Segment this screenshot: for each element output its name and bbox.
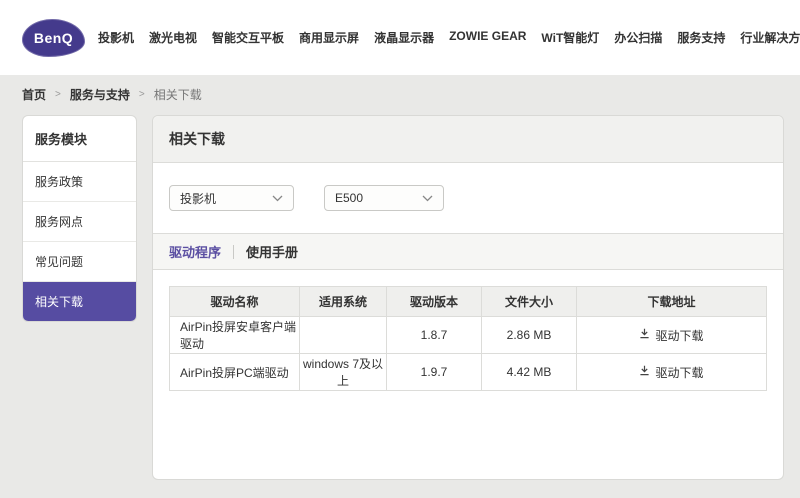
driver-name-cell: AirPin投屏PC端驱动 bbox=[169, 353, 300, 391]
tab-drivers[interactable]: 驱动程序 bbox=[169, 242, 221, 261]
page-title: 相关下载 bbox=[153, 116, 783, 163]
downloads-table: 驱动名称 适用系统 驱动版本 文件大小 下载地址 AirPin投屏安卓客户端驱动… bbox=[169, 286, 767, 391]
sidebar-item[interactable]: 服务政策 bbox=[23, 162, 136, 202]
nav-item[interactable]: 商用显示屏 bbox=[299, 29, 359, 46]
content-area: 服务模块 服务政策 服务网点 常见问题 相关下载 相关下载 投影机 E500 驱… bbox=[0, 115, 800, 480]
benq-logo[interactable]: BenQ bbox=[22, 18, 85, 57]
sidebar-title: 服务模块 bbox=[23, 116, 136, 162]
category-select-value: 投影机 bbox=[180, 191, 217, 206]
top-navbar: BenQ 投影机 激光电视 智能交互平板 商用显示屏 液晶显示器 ZOWIE G… bbox=[0, 0, 800, 75]
page-body: 首页 > 服务与支持 > 相关下载 服务模块 服务政策 服务网点 常见问题 相关… bbox=[0, 75, 800, 480]
download-link[interactable]: 驱动下载 bbox=[639, 364, 704, 381]
benq-logo-text: BenQ bbox=[33, 29, 74, 46]
category-select[interactable]: 投影机 bbox=[169, 185, 294, 211]
breadcrumb-separator: > bbox=[55, 89, 61, 100]
model-select[interactable]: E500 bbox=[324, 185, 444, 211]
size-cell: 4.42 MB bbox=[481, 353, 577, 391]
tab-bar: 驱动程序 使用手册 bbox=[153, 233, 783, 270]
download-icon bbox=[639, 365, 650, 379]
table-header-cell: 驱动版本 bbox=[386, 286, 482, 317]
system-cell bbox=[299, 316, 387, 354]
tab-manuals[interactable]: 使用手册 bbox=[246, 242, 298, 261]
main-panel: 相关下载 投影机 E500 驱动程序 使用手册 驱动名称 适用系统 驱动版本 文… bbox=[152, 115, 784, 480]
nav-item[interactable]: 智能交互平板 bbox=[212, 29, 284, 46]
table-header-cell: 文件大小 bbox=[481, 286, 577, 317]
table-header-cell: 驱动名称 bbox=[169, 286, 300, 317]
download-cell: 驱动下载 bbox=[576, 316, 767, 354]
size-cell: 2.86 MB bbox=[481, 316, 577, 354]
sidebar-item[interactable]: 服务网点 bbox=[23, 202, 136, 242]
nav-item[interactable]: 办公扫描 bbox=[614, 29, 662, 46]
table-row: AirPin投屏PC端驱动 windows 7及以上 1.9.7 4.42 MB bbox=[169, 353, 767, 391]
table-header-row: 驱动名称 适用系统 驱动版本 文件大小 下载地址 bbox=[169, 286, 767, 317]
main-nav: 投影机 激光电视 智能交互平板 商用显示屏 液晶显示器 ZOWIE GEAR W… bbox=[98, 29, 800, 46]
table-header-cell: 适用系统 bbox=[299, 286, 387, 317]
download-link[interactable]: 驱动下载 bbox=[639, 327, 704, 344]
sidebar-list: 服务政策 服务网点 常见问题 相关下载 bbox=[23, 162, 136, 321]
breadcrumb-current: 相关下载 bbox=[153, 88, 202, 102]
breadcrumb-home[interactable]: 首页 bbox=[22, 86, 46, 103]
breadcrumb-service-support[interactable]: 服务与支持 bbox=[70, 86, 130, 103]
sidebar: 服务模块 服务政策 服务网点 常见问题 相关下载 bbox=[22, 115, 137, 322]
model-select-value: E500 bbox=[335, 191, 364, 205]
download-label: 驱动下载 bbox=[655, 328, 704, 343]
table-header-cell: 下载地址 bbox=[576, 286, 767, 317]
nav-item[interactable]: 激光电视 bbox=[149, 29, 197, 46]
tab-divider bbox=[233, 244, 235, 259]
download-icon bbox=[639, 328, 650, 342]
filter-bar: 投影机 E500 bbox=[153, 163, 783, 233]
sidebar-item[interactable]: 相关下载 bbox=[23, 282, 136, 321]
nav-item[interactable]: 行业解决方案 bbox=[740, 29, 800, 46]
table-row: AirPin投屏安卓客户端驱动 1.8.7 2.86 MB 驱动下载 bbox=[169, 316, 767, 354]
system-cell: windows 7及以上 bbox=[299, 353, 387, 391]
sidebar-item[interactable]: 常见问题 bbox=[23, 242, 136, 282]
driver-name-cell: AirPin投屏安卓客户端驱动 bbox=[169, 316, 300, 354]
nav-item[interactable]: 液晶显示器 bbox=[374, 29, 434, 46]
breadcrumb-separator: > bbox=[138, 89, 145, 100]
nav-item[interactable]: 服务支持 bbox=[677, 29, 725, 46]
version-cell: 1.9.7 bbox=[386, 353, 482, 391]
table-section: 驱动名称 适用系统 驱动版本 文件大小 下载地址 AirPin投屏安卓客户端驱动… bbox=[153, 270, 783, 407]
chevron-down-icon bbox=[272, 195, 283, 202]
nav-item[interactable]: WiT智能灯 bbox=[541, 29, 599, 46]
download-cell: 驱动下载 bbox=[576, 353, 767, 391]
nav-item[interactable]: ZOWIE GEAR bbox=[449, 29, 526, 46]
nav-item[interactable]: 投影机 bbox=[98, 29, 134, 46]
download-label: 驱动下载 bbox=[655, 365, 704, 380]
chevron-down-icon bbox=[422, 195, 433, 202]
version-cell: 1.8.7 bbox=[386, 316, 482, 354]
breadcrumb: 首页 > 服务与支持 > 相关下载 bbox=[0, 75, 800, 115]
